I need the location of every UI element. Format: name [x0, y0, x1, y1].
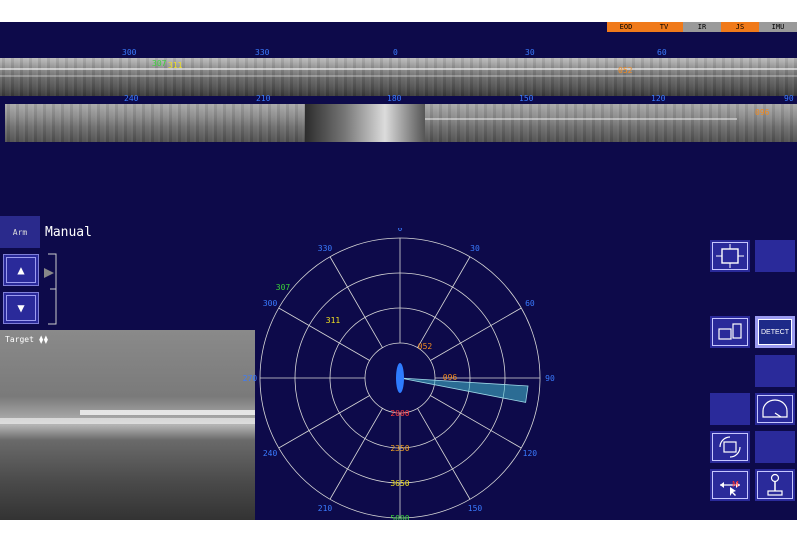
- bearing-spoke-30: [417, 256, 471, 348]
- gauge-button[interactable]: [755, 393, 795, 425]
- stabilize-icon: [716, 244, 744, 268]
- blank-button-3[interactable]: [710, 393, 750, 425]
- radar-bearing-330: 330: [318, 244, 333, 253]
- bearing-spoke-300: [278, 307, 370, 361]
- bearing-spoke-240: [278, 395, 370, 449]
- strip2-target-096[interactable]: 096: [755, 108, 769, 117]
- radar-detection-sector: [399, 377, 529, 403]
- strip2-tick-150: 150: [519, 94, 534, 103]
- joystick-button[interactable]: [755, 469, 795, 501]
- radar-bearing-30: 30: [470, 244, 480, 253]
- svg-text:M: M: [732, 480, 739, 489]
- bearing-spoke-330: [329, 256, 383, 348]
- arm-button[interactable]: Arm: [0, 216, 40, 248]
- strip1-target-307[interactable]: 307: [152, 59, 166, 68]
- bearing-spoke-150: [417, 408, 471, 500]
- strip2-tick-120: 120: [651, 94, 666, 103]
- tilt-down-button[interactable]: ▼: [3, 292, 39, 324]
- radar-target-096[interactable]: 096: [443, 373, 458, 382]
- strip1-target-052[interactable]: 052: [618, 66, 632, 75]
- radar-target-307[interactable]: 307: [276, 283, 291, 292]
- zoom-button[interactable]: [710, 316, 750, 348]
- sensor-mode-tabs: EOD TV IR JS IMU: [607, 22, 797, 32]
- rotate-button[interactable]: [710, 431, 750, 463]
- radar-bearing-210: 210: [318, 504, 333, 513]
- strip2-tick-240: 240: [124, 94, 139, 103]
- radar-range-5000: 5000: [390, 514, 409, 520]
- zoom-icon: [718, 323, 742, 340]
- blank-button-2[interactable]: [755, 355, 795, 387]
- strip2-tick-90: 90: [784, 94, 794, 103]
- tilt-gauge[interactable]: [42, 252, 62, 326]
- radar-bearing-300: 300: [263, 299, 278, 308]
- radar-bearing-60: 60: [525, 299, 535, 308]
- tab-ir[interactable]: IR: [683, 22, 721, 32]
- panorama-strip-upper[interactable]: [0, 58, 797, 96]
- radar-bearing-240: 240: [263, 449, 278, 458]
- strip1-target-311[interactable]: 311: [168, 61, 182, 70]
- app-window: EOD TV IR JS IMU 300 330 0 30 60 307 311…: [0, 22, 797, 520]
- blank-button-4[interactable]: [755, 431, 795, 463]
- detection-wedge: [399, 377, 529, 403]
- tilt-up-button[interactable]: ▲: [3, 254, 39, 286]
- bearing-spoke-60: [430, 307, 522, 361]
- radar-bearing-270: 270: [243, 374, 258, 383]
- strip1-tick-300: 300: [122, 48, 137, 57]
- strip1-tick-330: 330: [255, 48, 270, 57]
- strip1-tick-30: 30: [525, 48, 535, 57]
- radar-range-3650: 3650: [390, 479, 409, 488]
- stabilize-button[interactable]: [710, 240, 750, 272]
- tab-js[interactable]: JS: [721, 22, 759, 32]
- target-camera-view[interactable]: Target ⧫⧫: [0, 330, 255, 520]
- panorama-strip-lower[interactable]: [5, 104, 797, 142]
- gauge-icon: [762, 399, 788, 418]
- tilt-gauge-pointer-icon[interactable]: [44, 268, 54, 278]
- control-mode-label: Manual: [45, 225, 92, 240]
- strip1-tick-60: 60: [657, 48, 667, 57]
- tab-eod[interactable]: EOD: [607, 22, 645, 32]
- joystick-icon: [767, 473, 783, 496]
- down-arrow-icon: ▼: [17, 301, 25, 315]
- up-arrow-icon: ▲: [17, 263, 25, 277]
- blank-button-1[interactable]: [755, 240, 795, 272]
- pan-button[interactable]: M: [710, 469, 750, 501]
- tab-tv[interactable]: TV: [645, 22, 683, 32]
- pan-arrows-icon: M: [720, 480, 740, 496]
- radar-target-311[interactable]: 311: [326, 316, 341, 325]
- strip2-tick-180: 180: [387, 94, 402, 103]
- target-label: Target ⧫⧫: [5, 335, 49, 344]
- radar-display[interactable]: 0306090120150180210240270300330200023503…: [240, 228, 560, 520]
- radar-bearing-120: 120: [523, 449, 538, 458]
- radar-bearing-90: 90: [545, 374, 555, 383]
- tab-imu[interactable]: IMU: [759, 22, 797, 32]
- rotate-icon: [719, 436, 741, 458]
- radar-range-2000: 2000: [390, 409, 409, 418]
- detect-button[interactable]: DETECT: [755, 316, 795, 348]
- strip1-tick-0: 0: [393, 48, 398, 57]
- panorama-image-lower: [5, 104, 797, 142]
- own-ship-icon: [396, 363, 404, 393]
- panorama-image-upper: [0, 58, 797, 96]
- bearing-spoke-120: [430, 395, 522, 449]
- radar-target-052[interactable]: 052: [418, 342, 433, 351]
- radar-bearing-0: 0: [398, 228, 403, 233]
- strip2-tick-210: 210: [256, 94, 271, 103]
- radar-range-2350: 2350: [390, 444, 409, 453]
- bearing-spoke-210: [329, 408, 383, 500]
- radar-bearing-150: 150: [468, 504, 483, 513]
